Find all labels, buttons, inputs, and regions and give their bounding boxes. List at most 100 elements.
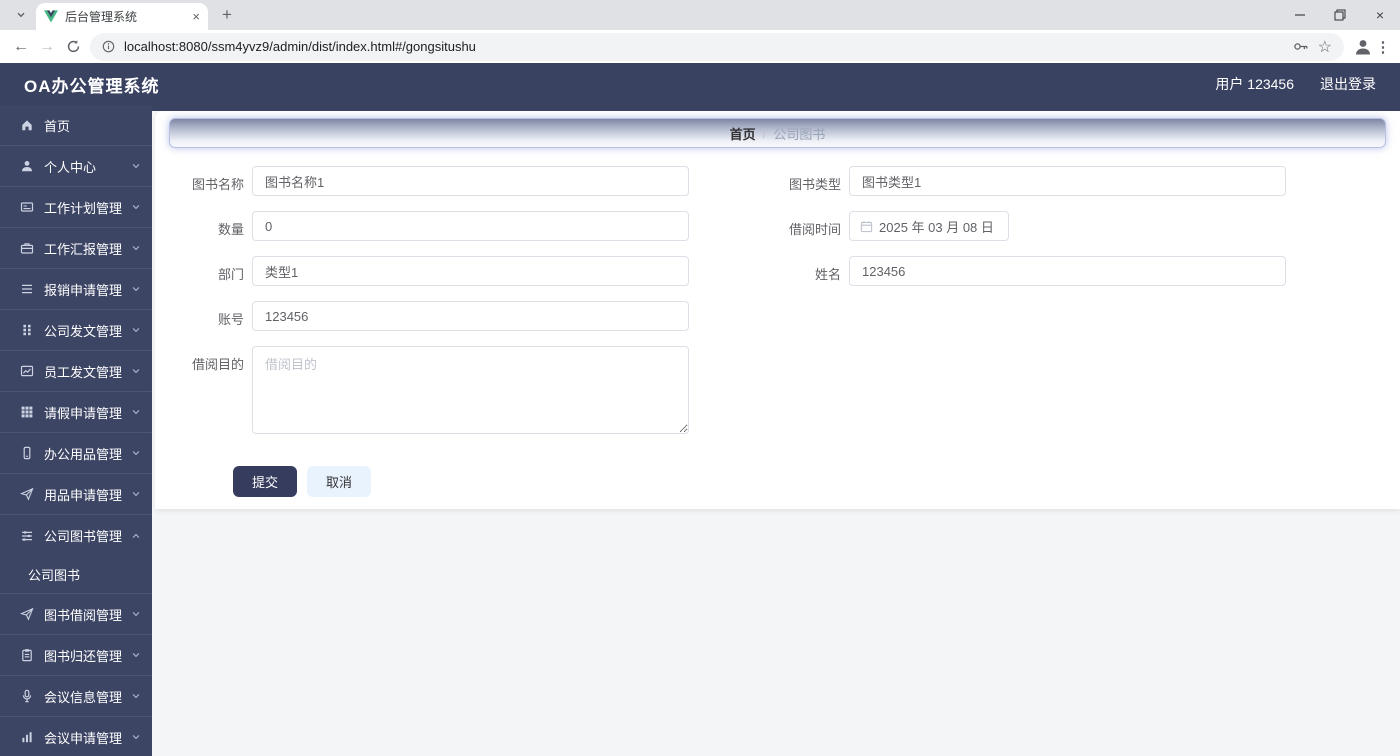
chevron-down-icon	[132, 451, 140, 456]
breadcrumb-home-link[interactable]: 首页	[730, 124, 756, 143]
text-input[interactable]	[252, 256, 689, 286]
field-label: 数量	[217, 222, 244, 237]
minimize-button[interactable]	[1280, 0, 1320, 30]
sidebar-item-2[interactable]: 工作计划管理	[0, 187, 152, 228]
sidebar-item-9[interactable]: 用品申请管理	[0, 474, 152, 515]
chevron-down-icon	[132, 653, 140, 658]
form-field-row: 数量	[188, 211, 689, 241]
sidebar-item-5[interactable]: 公司发文管理	[0, 310, 152, 351]
book-form: 图书名称数量部门账号借阅目的 图书类型借阅时间 2025 年 03 月 08 日姓…	[169, 148, 1386, 449]
sidebar-item-0[interactable]: 首页	[0, 105, 152, 146]
tab-search-button[interactable]	[8, 3, 34, 27]
new-tab-button[interactable]: +	[214, 2, 240, 28]
sidebar-item-label: 工作计划管理	[44, 200, 123, 216]
sidebar-item-7[interactable]: 请假申请管理	[0, 392, 152, 433]
form-column-right: 图书类型借阅时间 2025 年 03 月 08 日姓名	[785, 166, 1286, 449]
chevron-down-icon	[132, 410, 140, 415]
site-info-icon[interactable]	[102, 40, 115, 53]
text-input[interactable]	[849, 256, 1286, 286]
chevron-down-icon	[132, 246, 140, 251]
logout-button[interactable]: 退出登录	[1320, 74, 1376, 94]
restore-button[interactable]	[1320, 0, 1360, 30]
sliders-icon	[22, 530, 32, 541]
browser-tab[interactable]: 后台管理系统 ×	[36, 3, 208, 30]
sidebar-item-label: 会议申请管理	[44, 730, 123, 746]
chevron-down-icon	[17, 12, 25, 18]
text-input[interactable]	[849, 166, 1286, 196]
form-buttons: 提交 取消	[233, 466, 1386, 497]
vue-favicon-icon	[44, 10, 58, 23]
table-icon	[21, 406, 33, 418]
header-user[interactable]: 用户 123456	[1215, 74, 1294, 94]
forward-icon[interactable]: →	[34, 34, 60, 60]
form-field-row: 图书类型	[785, 166, 1286, 196]
browser-menu-icon[interactable]: ⋮	[1374, 38, 1392, 56]
back-icon[interactable]: ←	[8, 34, 34, 60]
sidebar-item-label: 请假申请管理	[44, 405, 123, 421]
sidebar-item-6[interactable]: 员工发文管理	[0, 351, 152, 392]
form-field-row: 图书名称	[188, 166, 689, 196]
calendar-icon	[860, 220, 873, 232]
chevron-down-icon	[132, 205, 140, 210]
url-text[interactable]: localhost:8080/ssm4yvz9/admin/dist/index…	[124, 39, 1284, 54]
chevron-down-icon	[132, 164, 140, 169]
sidebar-item-label: 办公用品管理	[44, 446, 123, 462]
field-label: 部门	[217, 267, 244, 282]
sidebar-item-label: 个人中心	[44, 159, 97, 175]
sidebar-item-1[interactable]: 个人中心	[0, 146, 152, 187]
sidebar-item-10[interactable]: 公司图书管理	[0, 515, 152, 556]
date-picker-input[interactable]: 2025 年 03 月 08 日	[849, 211, 1009, 241]
form-field-row: 账号	[188, 301, 689, 331]
breadcrumb: 首页 / 公司图书	[169, 118, 1386, 148]
grid-icon	[23, 324, 31, 336]
password-key-icon[interactable]	[1293, 40, 1309, 53]
tab-title: 后台管理系统	[65, 10, 138, 24]
tab-close-icon[interactable]: ×	[192, 10, 200, 23]
send-icon	[20, 487, 34, 501]
sidebar-item-13[interactable]: 会议信息管理	[0, 676, 152, 717]
home-icon	[22, 120, 32, 131]
cancel-button[interactable]: 取消	[307, 466, 371, 497]
bookmark-star-icon[interactable]: ☆	[1318, 37, 1332, 57]
breadcrumb-current: 公司图书	[773, 126, 826, 142]
sidebar-item-label: 员工发文管理	[44, 364, 123, 380]
form-field-row: 部门	[188, 256, 689, 286]
textarea-input[interactable]	[252, 346, 689, 434]
browser-toolbar: ← → localhost:8080/ssm4yvz9/admin/dist/i…	[0, 30, 1400, 63]
chevron-up-icon	[132, 533, 140, 538]
profile-avatar[interactable]	[1352, 36, 1374, 58]
briefcase-icon	[20, 243, 34, 254]
sidebar-item-label: 首页	[44, 118, 71, 134]
sidebar-subitem-10-0[interactable]: 公司图书	[0, 556, 152, 594]
field-label: 姓名	[814, 267, 841, 282]
sidebar-item-label: 公司图书管理	[44, 529, 123, 544]
user-icon	[22, 161, 32, 172]
sidebar-item-label: 报销申请管理	[44, 282, 123, 298]
list-icon	[22, 284, 32, 294]
text-input[interactable]	[252, 211, 689, 241]
field-label: 账号	[217, 312, 244, 327]
view-card: 首页 / 公司图书 图书名称数量部门账号借阅目的 图书类型借阅时间 2025 年 …	[155, 111, 1400, 509]
address-bar[interactable]: localhost:8080/ssm4yvz9/admin/dist/index…	[90, 32, 1344, 61]
sidebar-item-3[interactable]: 工作汇报管理	[0, 228, 152, 269]
close-window-button[interactable]: ×	[1360, 0, 1400, 30]
sidebar-item-8[interactable]: 办公用品管理	[0, 433, 152, 474]
submit-button[interactable]: 提交	[233, 466, 297, 497]
chevron-down-icon	[132, 328, 140, 333]
sidebar-item-label: 用品申请管理	[44, 487, 123, 503]
sidebar-item-12[interactable]: 图书归还管理	[0, 635, 152, 676]
sidebar-item-label: 会议信息管理	[44, 689, 123, 705]
text-input[interactable]	[252, 301, 689, 331]
chevron-down-icon	[132, 369, 140, 374]
app-title: OA办公管理系统	[24, 76, 160, 96]
mic-icon	[22, 689, 32, 703]
refresh-icon[interactable]	[60, 34, 86, 60]
sidebar-item-label: 图书归还管理	[44, 648, 123, 664]
phone-icon	[23, 446, 31, 460]
sidebar-item-11[interactable]: 图书借阅管理	[0, 594, 152, 635]
sidebar-item-14[interactable]: 会议申请管理	[0, 717, 152, 756]
sidebar-item-4[interactable]: 报销申请管理	[0, 269, 152, 310]
chevron-down-icon	[132, 287, 140, 292]
text-input[interactable]	[252, 166, 689, 196]
main-content: 首页 / 公司图书 图书名称数量部门账号借阅目的 图书类型借阅时间 2025 年 …	[152, 105, 1400, 756]
